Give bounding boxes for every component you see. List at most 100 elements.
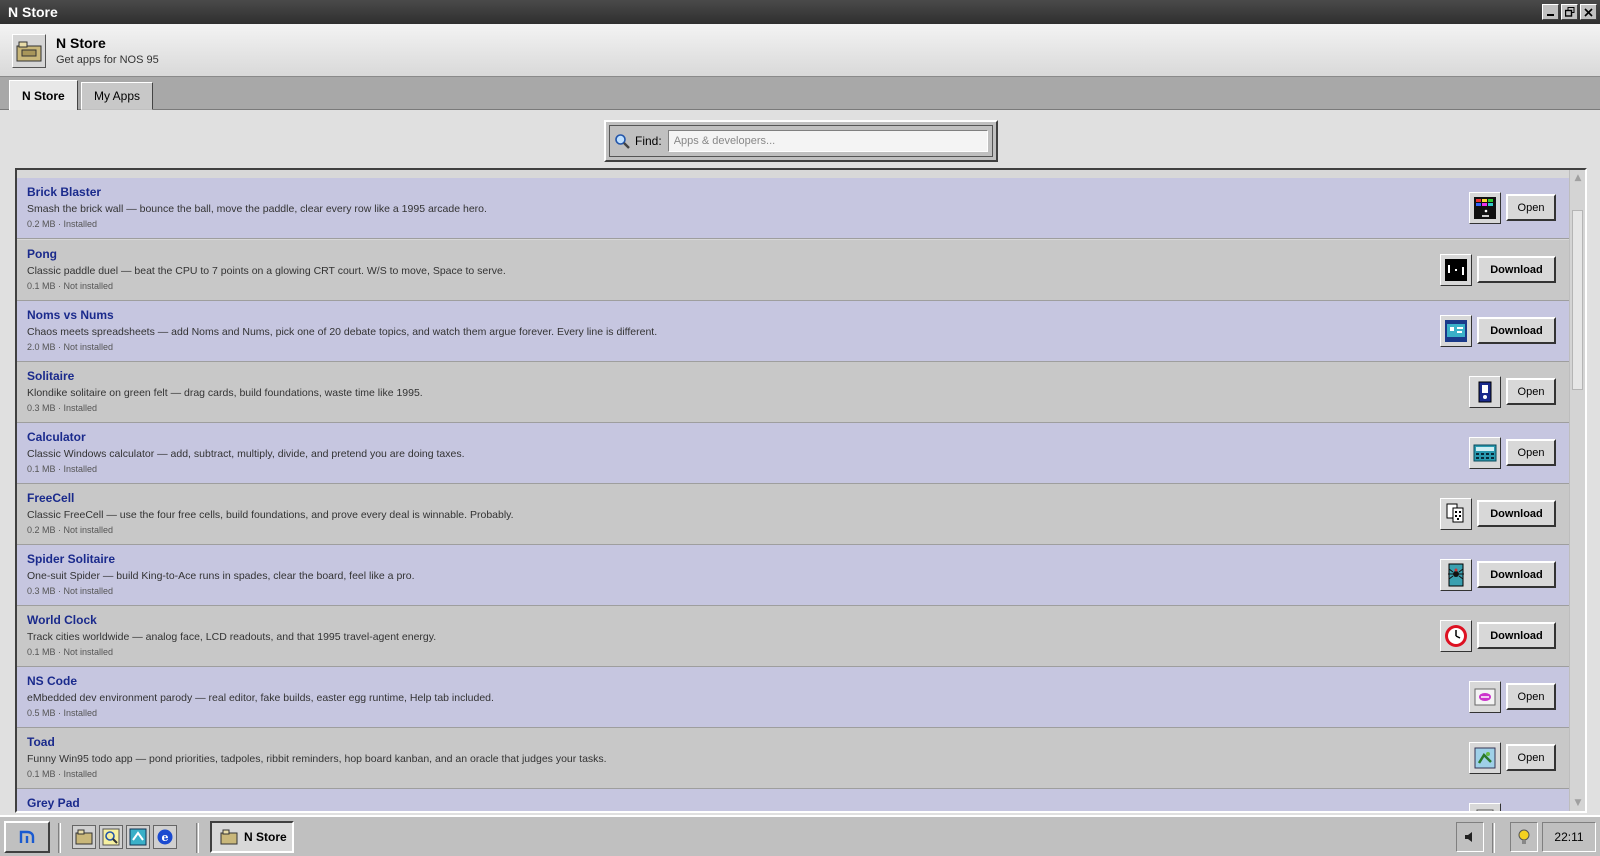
open-button[interactable]: Open	[1506, 744, 1556, 771]
pong-icon	[1440, 254, 1472, 286]
app-subtitle: Get apps for NOS 95	[56, 54, 159, 66]
app-list-frame: Brick Blaster Smash the brick wall — bou…	[15, 168, 1587, 813]
taskbar: e N Store 22:11	[0, 815, 1600, 856]
app-row-ns-code: NS Code eMbedded dev environment parody …	[17, 667, 1569, 728]
minimize-icon	[1547, 13, 1554, 16]
app-name-link[interactable]: World Clock	[27, 613, 97, 627]
app-meta: 0.1 MB · Installed	[27, 464, 98, 474]
search-input[interactable]	[667, 130, 988, 152]
search-icon	[615, 133, 630, 149]
app-row-brick-blaster: Brick Blaster Smash the brick wall — bou…	[17, 178, 1569, 239]
app-row-solitaire: Solitaire Klondike solitaire on green fe…	[17, 362, 1569, 423]
quicklaunch-browser-icon[interactable]	[126, 825, 150, 849]
title-bar: N Store	[0, 0, 1600, 24]
download-button[interactable]: Download	[1477, 500, 1556, 527]
download-button[interactable]: Download	[1477, 317, 1556, 344]
quicklaunch-internet-icon[interactable]: e	[153, 825, 177, 849]
download-button[interactable]: Download	[1477, 256, 1556, 283]
app-row-spider-solitaire: Spider Solitaire One-suit Spider — build…	[17, 545, 1569, 606]
tab-n-store[interactable]: N Store	[9, 80, 78, 111]
app-meta: 0.3 MB · Installed	[27, 403, 98, 413]
app-description: Smash the brick wall — bounce the ball, …	[27, 203, 487, 215]
search-box: Find:	[604, 120, 998, 162]
notepad-icon	[1469, 803, 1501, 811]
start-button[interactable]	[4, 821, 50, 853]
task-store-icon	[220, 829, 238, 845]
app-name-link[interactable]: NS Code	[27, 674, 77, 688]
noms-icon	[1440, 315, 1472, 347]
app-description: Klondike solitaire on green felt — drag …	[27, 387, 423, 399]
open-button[interactable]: Open	[1506, 378, 1556, 405]
app-row-noms-vs-nums: Noms vs Nums Chaos meets spreadsheets — …	[17, 301, 1569, 362]
close-icon	[1584, 7, 1593, 17]
app-row-pong: Pong Classic paddle duel — beat the CPU …	[17, 240, 1569, 301]
app-row-grey-pad: Grey Pad	[17, 789, 1569, 811]
open-button[interactable]: Open	[1506, 683, 1556, 710]
app-description: Track cities worldwide — analog face, LC…	[27, 631, 437, 643]
maximize-button[interactable]	[1561, 4, 1578, 20]
task-label: N Store	[244, 830, 287, 844]
app-row-toad: Toad Funny Win95 todo app — pond priorit…	[17, 728, 1569, 789]
app-meta: 0.2 MB · Installed	[27, 219, 98, 229]
app-meta: 0.1 MB · Installed	[27, 769, 98, 779]
spider-icon	[1440, 559, 1472, 591]
toad-icon	[1469, 742, 1501, 774]
app-name-link[interactable]: Noms vs Nums	[27, 308, 114, 322]
app-header: N Store Get apps for NOS 95	[0, 24, 1600, 77]
app-description: Classic Windows calculator — add, subtra…	[27, 448, 465, 460]
calculator-icon	[1469, 437, 1501, 469]
app-name-link[interactable]: Pong	[27, 247, 57, 261]
open-button[interactable]: Open	[1506, 439, 1556, 466]
tray-volume-icon[interactable]	[1456, 822, 1484, 852]
app-name-link[interactable]: Solitaire	[27, 369, 74, 383]
restore-icon	[1564, 7, 1574, 17]
scroll-down-arrow-icon[interactable]: ▼	[1573, 798, 1583, 808]
app-name-link[interactable]: Spider Solitaire	[27, 552, 115, 566]
app-name-link[interactable]: Toad	[27, 735, 55, 749]
app-name-link[interactable]: FreeCell	[27, 491, 74, 505]
taskbar-task-n-store[interactable]: N Store	[210, 821, 294, 853]
code-icon	[1469, 681, 1501, 713]
svg-text:e: e	[162, 831, 169, 844]
app-description: One-suit Spider — build King-to-Ace runs…	[27, 570, 415, 582]
app-list: Brick Blaster Smash the brick wall — bou…	[17, 170, 1569, 811]
clock-icon	[1440, 620, 1472, 652]
download-button[interactable]: Download	[1477, 622, 1556, 649]
app-description: Chaos meets spreadsheets — add Noms and …	[27, 326, 658, 338]
cards-icon	[1469, 376, 1501, 408]
search-label: Find:	[635, 134, 662, 148]
close-button[interactable]	[1580, 4, 1597, 20]
app-name-link[interactable]: Brick Blaster	[27, 185, 101, 199]
app-name-link[interactable]: Grey Pad	[27, 796, 80, 810]
app-name-link[interactable]: Calculator	[27, 430, 86, 444]
store-content: Find: Brick Blaster Smash the brick wall…	[0, 110, 1600, 815]
quicklaunch-search-icon[interactable]	[99, 825, 123, 849]
app-meta: 0.3 MB · Not installed	[27, 586, 114, 596]
scroll-thumb[interactable]	[1572, 210, 1583, 390]
freecell-icon	[1440, 498, 1472, 530]
tray-clock[interactable]: 22:11	[1542, 822, 1596, 852]
scroll-up-arrow-icon[interactable]: ▲	[1573, 173, 1583, 183]
app-row-world-clock: World Clock Track cities worldwide — ana…	[17, 606, 1569, 667]
app-description: Classic paddle duel — beat the CPU to 7 …	[27, 265, 506, 277]
download-button[interactable]: Download	[1477, 561, 1556, 588]
tab-bar: N Store My Apps	[0, 77, 1600, 111]
app-meta: 0.2 MB · Not installed	[27, 525, 114, 535]
app-row-freecell: FreeCell Classic FreeCell — use the four…	[17, 484, 1569, 545]
app-row-calculator: Calculator Classic Windows calculator — …	[17, 423, 1569, 484]
minimize-button[interactable]	[1542, 4, 1559, 20]
app-description: Classic FreeCell — use the four free cel…	[27, 509, 514, 521]
tab-my-apps[interactable]: My Apps	[81, 82, 154, 110]
start-logo-icon	[19, 830, 35, 843]
app-description: Funny Win95 todo app — pond priorities, …	[27, 753, 607, 765]
app-meta: 2.0 MB · Not installed	[27, 342, 114, 352]
tray-bulb-icon[interactable]	[1510, 822, 1538, 852]
quicklaunch-store-icon[interactable]	[72, 825, 96, 849]
vertical-scrollbar[interactable]: ▲ ▼	[1569, 170, 1585, 811]
app-meta: 0.1 MB · Not installed	[27, 647, 114, 657]
app-description: eMbedded dev environment parody — real e…	[27, 692, 494, 704]
brick-icon	[1469, 192, 1501, 224]
app-meta: 0.1 MB · Not installed	[27, 281, 114, 291]
store-logo-icon	[12, 34, 46, 68]
open-button[interactable]: Open	[1506, 194, 1556, 221]
